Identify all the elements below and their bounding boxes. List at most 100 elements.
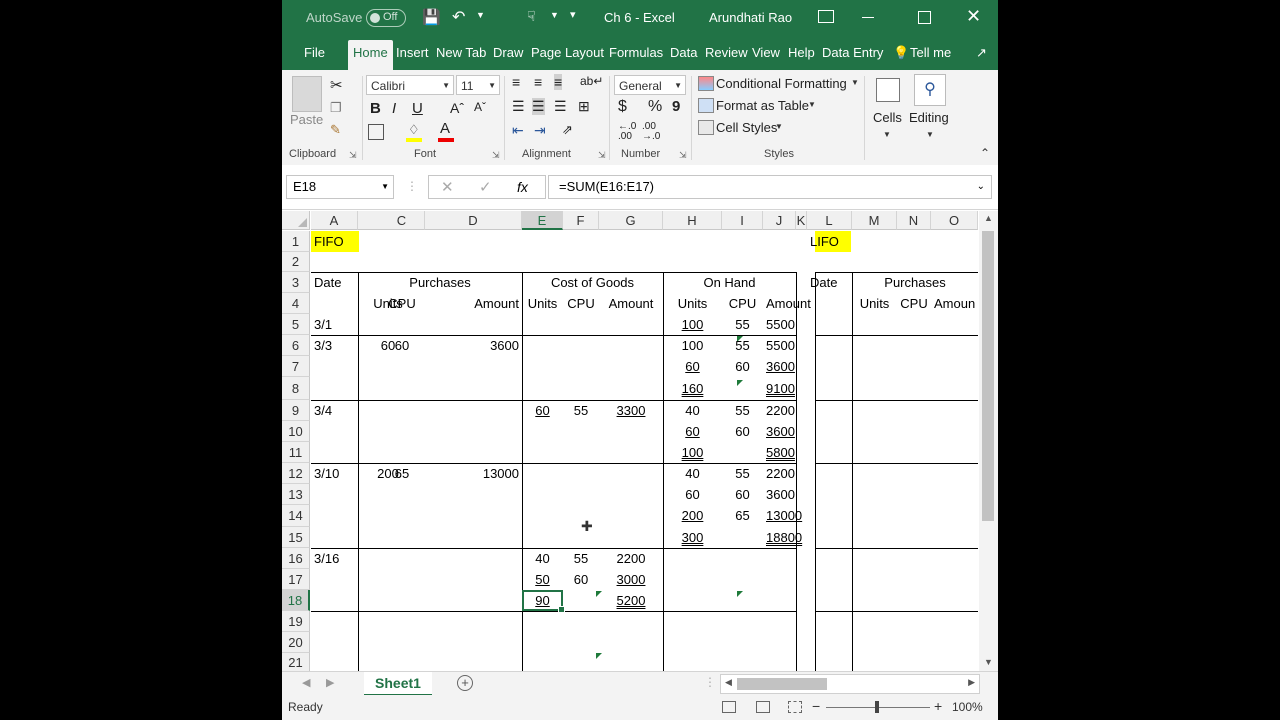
cell-l1[interactable]: LIFO	[810, 231, 849, 252]
worksheet-grid[interactable]: ABCDEFGHIJKLMNO 123456789101112131415161…	[282, 211, 978, 671]
row-header-17[interactable]: 17	[282, 569, 310, 590]
sheet-tab-sheet1[interactable]: Sheet1	[364, 672, 432, 697]
new-sheet-icon[interactable]: +	[457, 675, 473, 691]
cell-d4[interactable]: Amount	[428, 293, 519, 314]
column-header-m[interactable]: M	[852, 211, 897, 230]
cell-i5[interactable]: 55	[725, 314, 760, 335]
cell-g4[interactable]: Amount	[602, 293, 660, 314]
touch-dropdown-icon[interactable]: ▼	[550, 10, 559, 20]
align-right-icon[interactable]: ☰	[554, 98, 567, 115]
cell-i4[interactable]: CPU	[725, 293, 760, 314]
percent-button[interactable]: %	[648, 98, 662, 116]
cell-e18[interactable]: 90	[525, 590, 560, 611]
copy-icon[interactable]: ❐	[330, 100, 342, 116]
cell-j8[interactable]: 9100	[766, 377, 795, 400]
scroll-left-icon[interactable]: ◀	[725, 677, 732, 688]
row-header-19[interactable]: 19	[282, 611, 310, 632]
font-color-icon[interactable]: A	[440, 120, 450, 137]
zoom-slider-thumb[interactable]	[875, 701, 879, 713]
cell-h13[interactable]: 60	[666, 484, 719, 505]
cell-j14[interactable]: 13000	[766, 505, 802, 527]
cell-h15[interactable]: 300	[666, 527, 719, 548]
cell-l3[interactable]: Date	[810, 272, 849, 293]
cell-j4[interactable]: Amount	[766, 293, 811, 314]
touch-mode-icon[interactable]: ☟	[527, 8, 536, 25]
underline-button[interactable]: U	[412, 100, 423, 117]
scroll-right-icon[interactable]: ▶	[968, 677, 975, 688]
row-header-5[interactable]: 5	[282, 314, 310, 335]
increase-font-icon[interactable]: Aˆ	[450, 100, 464, 116]
cell-a6[interactable]: 3/3	[314, 335, 355, 356]
column-header-e[interactable]: E	[522, 211, 563, 230]
error-indicator-icon[interactable]	[737, 591, 743, 597]
column-header-o[interactable]: O	[931, 211, 978, 230]
cell-i12[interactable]: 55	[725, 463, 760, 484]
cell-i13[interactable]: 60	[725, 484, 760, 505]
next-sheet-icon[interactable]: ▶	[326, 676, 334, 689]
cell-h8[interactable]: 160	[666, 377, 719, 400]
column-header-n[interactable]: N	[897, 211, 931, 230]
tab-page-layout[interactable]: Page Layout	[531, 45, 604, 60]
scroll-thumb[interactable]	[982, 231, 994, 521]
merge-center-icon[interactable]: ⊞	[578, 98, 590, 115]
cell-j6[interactable]: 5500	[766, 335, 795, 356]
column-header-g[interactable]: G	[599, 211, 663, 230]
maximize-icon[interactable]	[918, 11, 931, 24]
bold-button[interactable]: B	[370, 100, 381, 117]
user-name[interactable]: Arundhati Rao	[709, 10, 792, 25]
cell-m3[interactable]: Purchases	[855, 272, 975, 293]
scroll-down-icon[interactable]: ▼	[984, 657, 993, 667]
cell-e9[interactable]: 60	[525, 400, 560, 421]
row-header-8[interactable]: 8	[282, 377, 310, 400]
cell-j13[interactable]: 3600	[766, 484, 795, 505]
cell-h7[interactable]: 60	[666, 356, 719, 377]
comma-style-button[interactable]: 9	[672, 98, 680, 115]
conditional-formatting-button[interactable]: Conditional Formatting	[716, 76, 847, 91]
alignment-launcher-icon[interactable]: ⇲	[598, 150, 606, 161]
cell-i10[interactable]: 60	[725, 421, 760, 442]
cell-a5[interactable]: 3/1	[314, 314, 355, 335]
tab-data[interactable]: Data	[670, 45, 697, 60]
normal-view-icon[interactable]	[722, 701, 736, 713]
autosave-toggle[interactable]: Off	[366, 9, 406, 27]
row-header-21[interactable]: 21	[282, 653, 310, 671]
cell-i7[interactable]: 60	[725, 356, 760, 377]
cell-f4[interactable]: CPU	[566, 293, 596, 314]
share-icon[interactable]: ↗	[976, 45, 987, 61]
cell-h6[interactable]: 100	[666, 335, 719, 356]
cell-a1[interactable]: FIFO	[314, 231, 355, 252]
tab-data-entry[interactable]: Data Entry	[822, 45, 883, 60]
cell-n4[interactable]: CPU	[900, 293, 928, 314]
align-center-icon[interactable]: ☰	[532, 98, 545, 115]
tab-formulas[interactable]: Formulas	[609, 45, 663, 60]
cell-h10[interactable]: 60	[666, 421, 719, 442]
middle-align-icon[interactable]: ≡	[534, 74, 542, 90]
orientation-icon[interactable]: ⇗	[562, 122, 573, 138]
font-size-combo[interactable]: 11 ▼	[456, 75, 500, 95]
horizontal-scrollbar[interactable]: ◀ ▶	[720, 674, 980, 694]
font-name-combo[interactable]: Calibri ▼	[366, 75, 454, 95]
prev-sheet-icon[interactable]: ◀	[302, 676, 310, 689]
expand-formula-bar-icon[interactable]: ⌄	[977, 176, 985, 198]
undo-dropdown-icon[interactable]: ▼	[476, 10, 485, 20]
save-icon[interactable]: 💾	[422, 8, 441, 26]
cell-j5[interactable]: 5500	[766, 314, 795, 335]
formula-input[interactable]: =SUM(E16:E17) ⌄	[548, 175, 992, 199]
insert-function-button[interactable]: fx	[517, 179, 528, 195]
tab-home[interactable]: Home	[348, 40, 393, 70]
cell-j11[interactable]: 5800	[766, 442, 795, 463]
clipboard-icon[interactable]	[292, 76, 322, 112]
cell-i9[interactable]: 55	[725, 400, 760, 421]
align-left-icon[interactable]: ☰	[512, 98, 525, 115]
row-header-16[interactable]: 16	[282, 548, 310, 569]
tell-me-search[interactable]: Tell me	[910, 45, 951, 60]
cell-h14[interactable]: 200	[666, 505, 719, 527]
h-scroll-thumb[interactable]	[737, 678, 827, 690]
cell-h4[interactable]: Units	[666, 293, 719, 314]
cell-styles-button[interactable]: Cell Styles	[716, 120, 777, 135]
cell-c12[interactable]: 65	[382, 463, 422, 484]
number-format-combo[interactable]: General ▼	[614, 75, 686, 95]
font-launcher-icon[interactable]: ⇲	[492, 150, 500, 161]
cell-b3[interactable]: Purchases	[361, 272, 519, 293]
row-header-13[interactable]: 13	[282, 484, 310, 505]
